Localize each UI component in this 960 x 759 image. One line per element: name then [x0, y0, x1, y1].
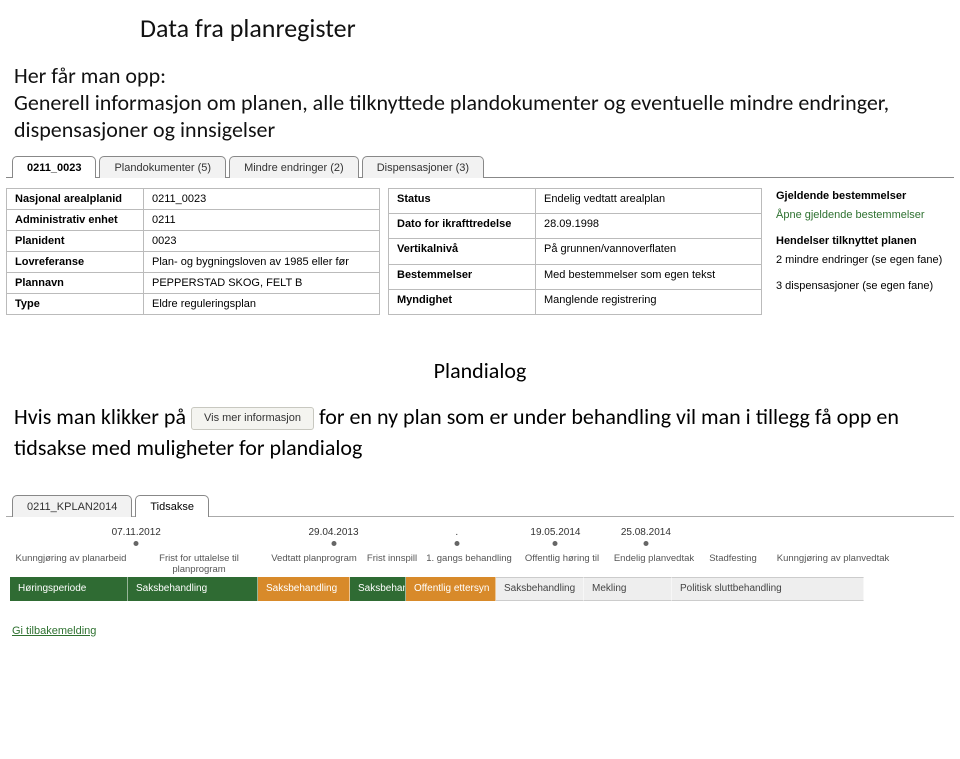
tab-tidsakse[interactable]: Tidsakse	[135, 495, 209, 517]
lbl-vertikalniva: Vertikalnivå	[389, 239, 536, 264]
hendelser-line-2: 3 dispensasjoner (se egen fane)	[776, 278, 942, 295]
intro-prefix: Her får man opp:	[14, 62, 166, 89]
lbl-planident: Planident	[7, 231, 144, 252]
phase-label: Kunngjøring av planvedtak	[766, 551, 900, 577]
plandialog-heading: Plandialog	[0, 357, 960, 384]
tab-dispensasjoner[interactable]: Dispensasjoner (3)	[362, 156, 484, 178]
phase-bar[interactable]: Høringsperiode	[10, 577, 128, 601]
phase-bar[interactable]: Saksbehandling	[258, 577, 350, 601]
val-plannavn: PEPPERSTAD SKOG, FELT B	[144, 273, 380, 294]
tab-planid[interactable]: 0211_0023	[12, 156, 96, 178]
plan-details-right: StatusEndelig vedtatt arealplan Dato for…	[388, 188, 762, 315]
intro-body: Generell informasjon om planen, alle til…	[14, 89, 889, 143]
lbl-type: Type	[7, 294, 144, 315]
val-myndighet: Manglende registrering	[536, 289, 762, 314]
timeline-date: 25.08.2014	[621, 527, 671, 538]
timeline-section: 0211_KPLAN2014 Tidsakse 07.11.2012 29.04…	[6, 494, 954, 637]
timeline-date: .	[455, 527, 458, 538]
phase-bars: Høringsperiode Saksbehandling Saksbehand…	[10, 577, 950, 601]
timeline: 07.11.2012 29.04.2013 . 19.05.2014 25.08…	[10, 527, 950, 601]
val-vertikalniva: På grunnen/vannoverflaten	[536, 239, 762, 264]
lbl-nasjonal-arealplanid: Nasjonal arealplanid	[7, 189, 144, 210]
hendelser-title: Hendelser tilknyttet planen	[776, 233, 942, 250]
phase-label: Kunngjøring av planarbeid	[10, 551, 132, 577]
val-lovreferanse: Plan- og bygningsloven av 1985 eller før	[144, 252, 380, 273]
open-gjeldende-bestemmelser-link[interactable]: Åpne gjeldende bestemmelser	[776, 209, 925, 221]
val-admin-enhet: 0211	[144, 210, 380, 231]
mid-paragraph: Hvis man klikker på Vis mer informasjon …	[14, 402, 946, 464]
mid-prefix: Hvis man klikker på	[14, 403, 186, 430]
lbl-myndighet: Myndighet	[389, 289, 536, 314]
val-nasjonal-arealplanid: 0211_0023	[144, 189, 380, 210]
phase-labels: Kunngjøring av planarbeid Frist for utta…	[10, 551, 950, 577]
plan-details: Nasjonal arealplanid0211_0023 Administra…	[6, 188, 954, 315]
hendelser-line-1: 2 mindre endringer (se egen fane)	[776, 252, 942, 269]
lbl-lovreferanse: Lovreferanse	[7, 252, 144, 273]
phase-bar[interactable]: Politisk sluttbehandling	[672, 577, 864, 601]
phase-bar[interactable]: Mekling	[584, 577, 672, 601]
val-bestemmelser: Med bestemmelser som egen tekst	[536, 264, 762, 289]
phase-label: Frist for uttalelse til planprogram	[132, 551, 266, 577]
timeline-dot-icon	[134, 541, 139, 546]
timeline-dot-icon	[553, 541, 558, 546]
lbl-ikrafttredelse: Dato for ikrafttredelse	[389, 214, 536, 239]
val-ikrafttredelse: 28.09.1998	[536, 214, 762, 239]
timeline-date: 07.11.2012	[112, 527, 161, 538]
plan-details-left: Nasjonal arealplanid0211_0023 Administra…	[6, 188, 380, 315]
timeline-date: 19.05.2014	[530, 527, 580, 538]
val-planident: 0023	[144, 231, 380, 252]
tab-kplan[interactable]: 0211_KPLAN2014	[12, 495, 132, 517]
timeline-dot-icon	[331, 541, 336, 546]
plan-tabs: 0211_0023 Plandokumenter (5) Mindre endr…	[6, 155, 954, 178]
page-title: Data fra planregister	[140, 12, 960, 44]
timeline-dot-row	[128, 541, 950, 549]
tab-mindre-endringer[interactable]: Mindre endringer (2)	[229, 156, 359, 178]
phase-label: Endelig planvedtak	[608, 551, 700, 577]
phase-label: Frist innspill	[362, 551, 422, 577]
side-info: Gjeldende bestemmelser Åpne gjeldende be…	[770, 188, 948, 315]
val-status: Endelig vedtatt arealplan	[536, 189, 762, 214]
lbl-bestemmelser: Bestemmelser	[389, 264, 536, 289]
phase-label: Vedtatt planprogram	[266, 551, 362, 577]
gi-tilbakemelding-link[interactable]: Gi tilbakemelding	[12, 625, 96, 637]
timeline-dot-icon	[643, 541, 648, 546]
phase-bar[interactable]: Offentlig ettersyn	[406, 577, 496, 601]
phase-label: Stadfesting	[700, 551, 766, 577]
phase-bar[interactable]: Saksbehandling	[496, 577, 584, 601]
timeline-dot-icon	[454, 541, 459, 546]
phase-label: Offentlig høring til	[516, 551, 608, 577]
lbl-status: Status	[389, 189, 536, 214]
phase-bar[interactable]: Saksbehandling	[128, 577, 258, 601]
phase-label: 1. gangs behandling	[422, 551, 516, 577]
lbl-admin-enhet: Administrativ enhet	[7, 210, 144, 231]
tab-plandokumenter[interactable]: Plandokumenter (5)	[99, 156, 226, 178]
timeline-date: 29.04.2013	[308, 527, 358, 538]
val-type: Eldre reguleringsplan	[144, 294, 380, 315]
phase-bar[interactable]: Saksbehandling	[350, 577, 406, 601]
vis-mer-informasjon-button[interactable]: Vis mer informasjon	[191, 407, 314, 430]
timeline-tabs: 0211_KPLAN2014 Tidsakse	[6, 494, 954, 517]
gjeldende-bestemmelser-title: Gjeldende bestemmelser	[776, 188, 942, 205]
intro-text: Her får man opp: Generell informasjon om…	[14, 62, 960, 143]
lbl-plannavn: Plannavn	[7, 273, 144, 294]
timeline-dates: 07.11.2012 29.04.2013 . 19.05.2014 25.08…	[128, 527, 950, 541]
